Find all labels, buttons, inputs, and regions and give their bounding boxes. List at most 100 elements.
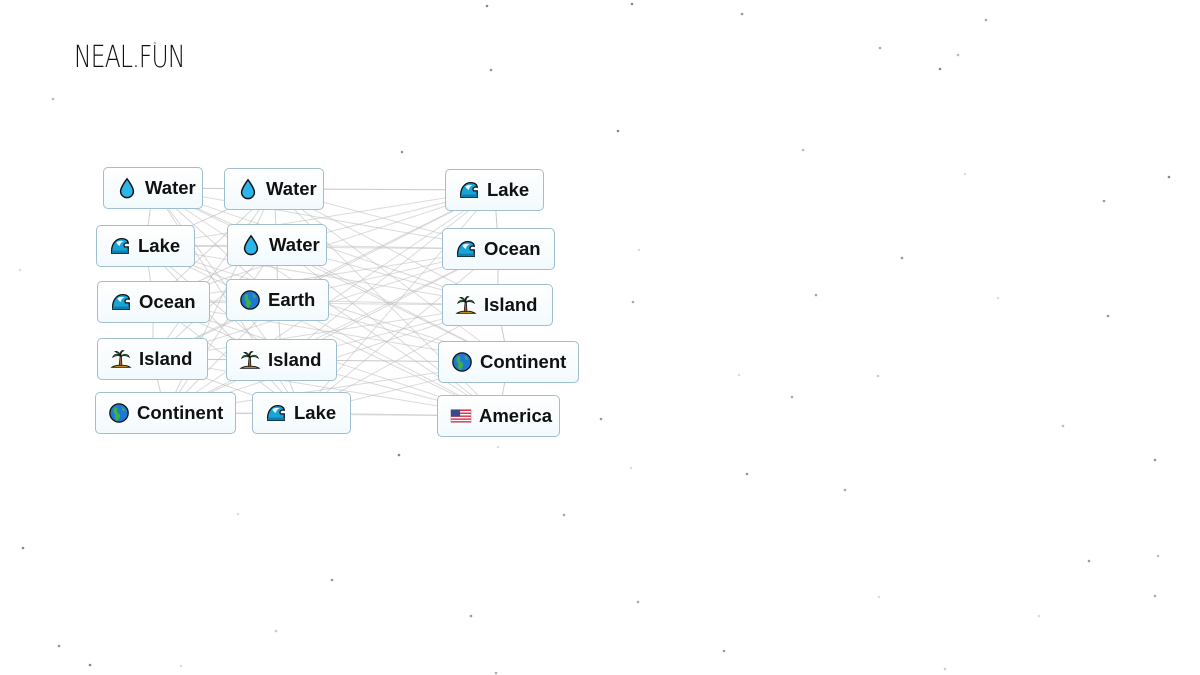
element-label: Ocean <box>484 238 541 259</box>
element-label: Continent <box>480 351 567 372</box>
particle-dot <box>236 512 240 516</box>
element-label: Lake <box>487 179 530 200</box>
particle-dot <box>876 374 880 378</box>
connection-line <box>145 245 499 417</box>
element-item[interactable]: Island <box>226 339 337 381</box>
element-label: Island <box>484 294 538 315</box>
particle-dot <box>984 18 988 22</box>
element-item[interactable]: Lake <box>96 225 195 267</box>
element-item[interactable]: America <box>437 395 560 437</box>
us-flag-icon <box>450 405 472 427</box>
particle-dot <box>1153 458 1157 462</box>
particle-dot <box>631 300 635 304</box>
element-item[interactable]: Earth <box>226 279 329 321</box>
element-label: Island <box>139 348 193 369</box>
connection-line <box>276 244 499 417</box>
element-label: Lake <box>138 235 181 256</box>
element-item[interactable]: Continent <box>95 392 236 434</box>
particle-dot <box>956 53 960 57</box>
element-label: Earth <box>268 289 316 310</box>
particle-dot <box>1087 559 1091 563</box>
element-item[interactable]: Water <box>224 168 324 210</box>
particle-dot <box>1061 424 1065 428</box>
connection-line <box>281 189 495 361</box>
particle-dot <box>21 546 25 550</box>
site-logo[interactable]: NEAL.FUN <box>74 40 185 75</box>
particle-dot <box>18 268 22 272</box>
palm-island-icon <box>455 294 477 316</box>
particle-dot <box>485 4 489 8</box>
particle-dot <box>790 395 794 399</box>
element-label: Lake <box>294 402 337 423</box>
particle-dot <box>562 513 566 517</box>
particle-dot <box>57 644 61 648</box>
water-drop-icon <box>237 178 259 200</box>
particle-dot <box>943 667 947 671</box>
particle-dot <box>496 445 500 449</box>
particle-dot <box>400 150 404 154</box>
particle-dot <box>51 97 55 101</box>
particle-dot <box>630 2 634 6</box>
particle-dot <box>900 256 904 260</box>
particle-dot <box>1102 199 1106 203</box>
particle-dot <box>996 296 1000 300</box>
element-label: America <box>479 405 553 426</box>
particle-dot <box>616 129 620 133</box>
element-label: Water <box>145 177 196 198</box>
particle-dot <box>801 148 805 152</box>
particle-dot <box>1156 554 1160 558</box>
element-item[interactable]: Ocean <box>97 281 210 323</box>
particle-dot <box>740 12 744 16</box>
particle-dot <box>179 664 183 668</box>
particle-dot <box>274 629 278 633</box>
element-label: Ocean <box>139 291 196 312</box>
wave-icon <box>458 179 480 201</box>
element-item[interactable]: Island <box>97 338 208 380</box>
connection-line <box>165 244 278 414</box>
connection-line <box>145 245 302 414</box>
particle-dot <box>1167 175 1171 179</box>
earth-globe-icon <box>108 402 130 424</box>
palm-island-icon <box>239 349 261 371</box>
particle-dot <box>629 466 633 470</box>
connection-line <box>165 248 499 414</box>
element-label: Island <box>268 349 322 370</box>
wave-icon <box>110 291 132 313</box>
element-item[interactable]: Island <box>442 284 553 326</box>
connection-line <box>152 187 282 361</box>
element-item[interactable]: Continent <box>438 341 579 383</box>
particle-dot <box>599 417 603 421</box>
particle-dot <box>878 46 882 50</box>
connection-line <box>152 187 509 363</box>
element-item[interactable]: Lake <box>252 392 351 434</box>
water-drop-icon <box>240 234 262 256</box>
particle-dot <box>489 68 493 72</box>
element-label: Water <box>266 178 317 199</box>
element-label: Water <box>269 234 320 255</box>
element-item[interactable]: Lake <box>445 169 544 211</box>
particle-dot <box>1037 614 1041 618</box>
particle-dot <box>963 172 967 176</box>
particle-dot <box>745 472 749 476</box>
element-item[interactable]: Water <box>227 224 327 266</box>
element-item[interactable]: Water <box>103 167 203 209</box>
element-label: Continent <box>137 402 224 423</box>
earth-globe-icon <box>239 289 261 311</box>
particle-dot <box>843 488 847 492</box>
connection-line <box>152 188 275 360</box>
particle-dot <box>469 614 473 618</box>
particle-dot <box>938 67 942 71</box>
wave-icon <box>265 402 287 424</box>
particle-dot <box>737 373 741 377</box>
particle-dot <box>637 248 641 252</box>
wave-icon <box>109 235 131 257</box>
connection-line <box>301 248 499 414</box>
wave-icon <box>455 238 477 260</box>
particle-dot <box>877 595 881 599</box>
water-drop-icon <box>116 177 138 199</box>
particle-dot <box>814 293 818 297</box>
particle-dot <box>397 453 401 457</box>
particle-dot <box>1153 594 1157 598</box>
palm-island-icon <box>110 348 132 370</box>
element-item[interactable]: Ocean <box>442 228 555 270</box>
